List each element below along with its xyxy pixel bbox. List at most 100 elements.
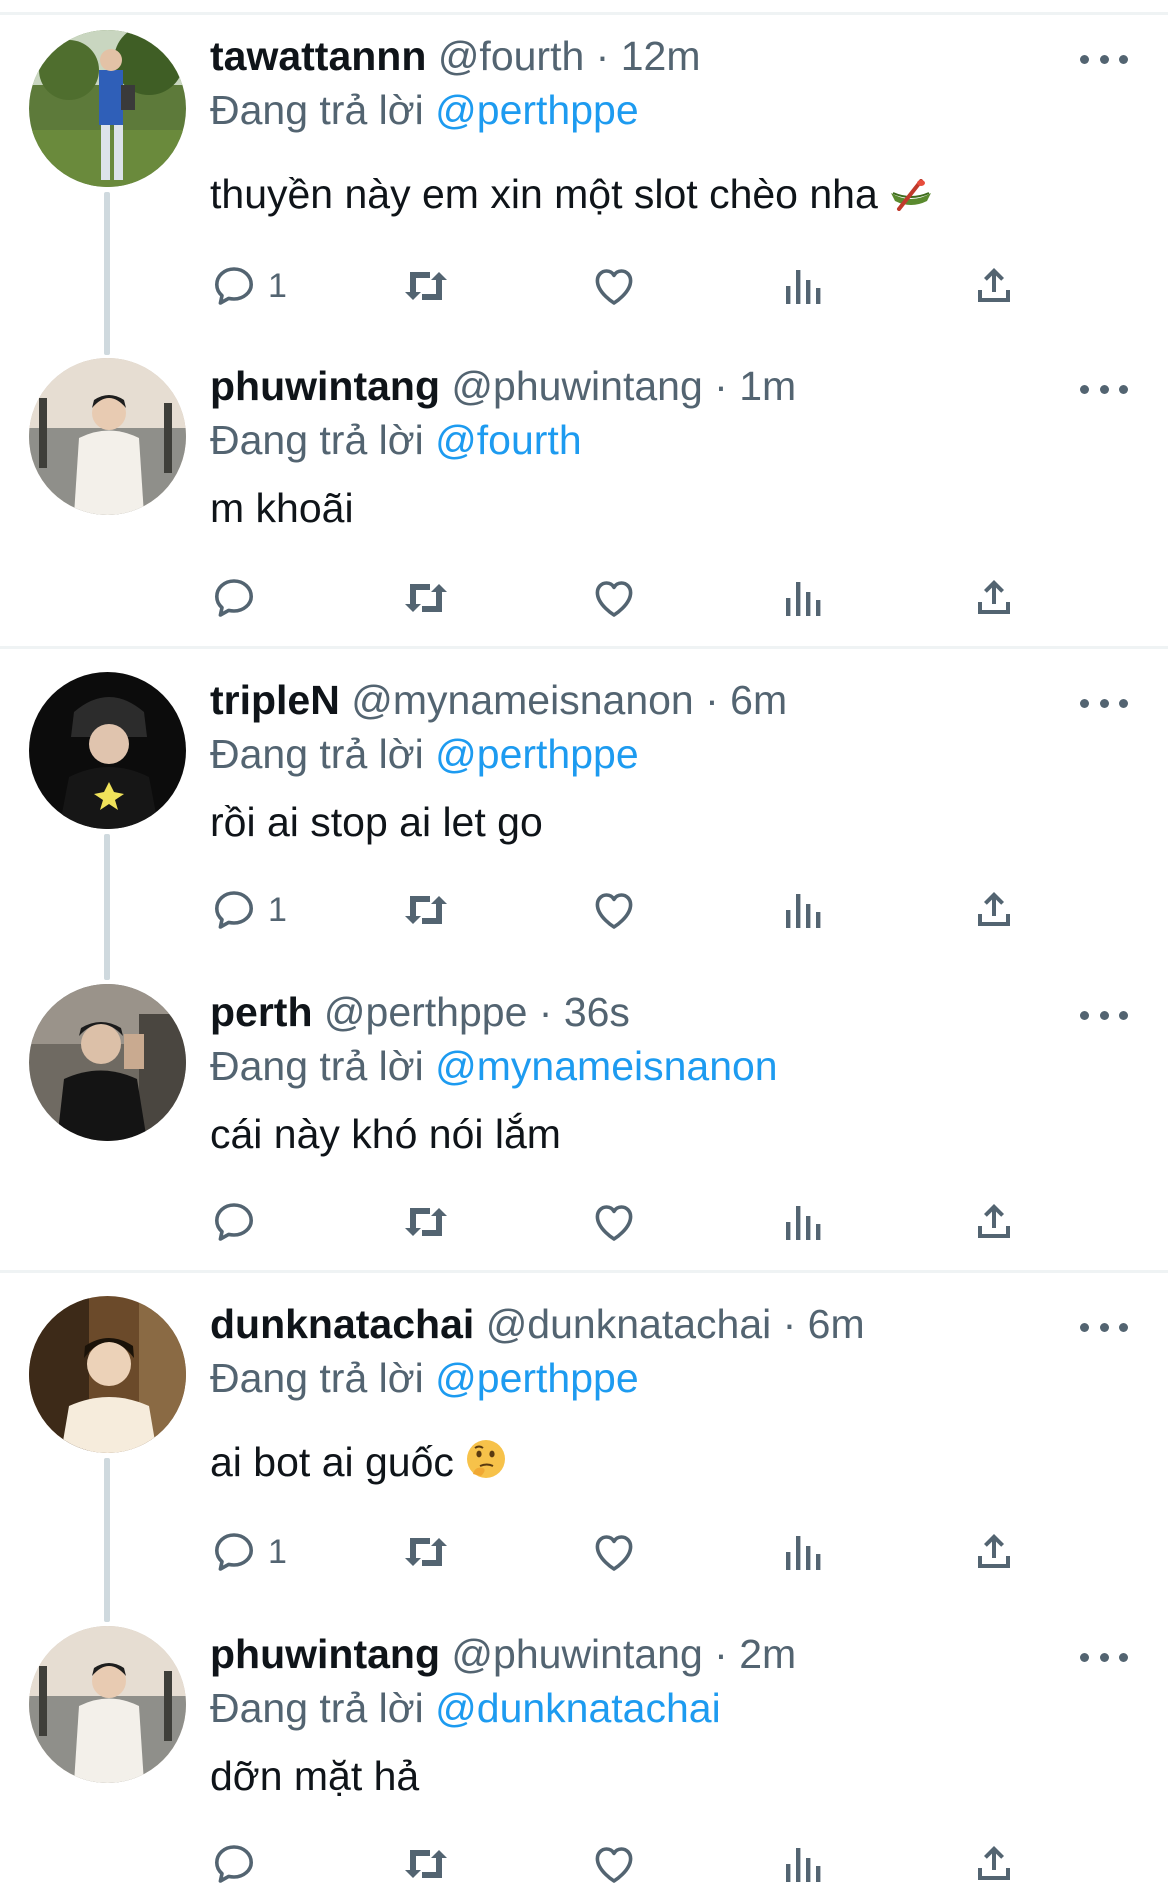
more-dots-icon[interactable] [1080,1642,1128,1672]
reply-count: 1 [268,266,287,305]
avatar[interactable] [29,984,186,1141]
retweet-icon [405,1850,447,1878]
more-dots-icon[interactable] [1080,44,1128,74]
handle-time[interactable]: @perthppe · 36s [324,989,630,1035]
reply-count: 1 [268,890,287,929]
reply-button[interactable]: 1 [210,256,287,316]
replying-to: Đang trả lời @mynameisnanon [210,1040,778,1092]
more-dots-icon[interactable] [1080,688,1128,718]
retweet-icon [405,1208,447,1236]
tweet-text-content: dỡn mặt hả [210,1753,420,1799]
views-button[interactable] [780,1522,828,1582]
share-button[interactable] [970,1522,1018,1582]
mention-link[interactable]: @perthppe [435,731,638,777]
heart-icon [595,1847,633,1883]
tweet-text: m khoãi [210,482,354,534]
more-dots-icon[interactable] [1080,1312,1128,1342]
top-divider [0,0,1168,15]
reply-prefix: Đang trả lời [210,417,424,463]
share-button[interactable] [970,1834,1018,1894]
reply-button[interactable] [210,568,268,628]
mention-link[interactable]: @fourth [435,417,581,463]
views-button[interactable] [780,1192,828,1252]
reply-bubble-icon [215,267,253,305]
mention-link[interactable]: @mynameisnanon [435,1043,777,1089]
share-button[interactable] [970,568,1018,628]
tweet-text: thuyền này em xin một slot chèo nha [210,168,933,223]
tweet-text-content: rồi ai stop ai let go [210,799,543,845]
heart-icon [595,1205,633,1241]
retweet-button[interactable] [400,1522,452,1582]
tweet-header: tripleN @mynameisnanon · 6m [210,674,787,726]
like-button[interactable] [590,256,638,316]
avatar[interactable] [29,30,186,187]
tweet-header: perth @perthppe · 36s [210,986,630,1038]
heart-icon [595,893,633,929]
display-name[interactable]: phuwintang [210,1631,440,1677]
share-upload-icon [978,1534,1010,1568]
like-button[interactable] [590,880,638,940]
views-button[interactable] [780,880,828,940]
mention-link[interactable]: @perthppe [435,1355,638,1401]
reply-bubble-icon [215,579,253,617]
retweet-button[interactable] [400,1834,452,1894]
views-bar-chart-icon [786,1536,821,1570]
retweet-button[interactable] [400,880,452,940]
replying-to: Đang trả lời @dunknatachai [210,1682,721,1734]
more-dots-icon[interactable] [1080,374,1128,404]
display-name[interactable]: tawattannn [210,33,426,79]
share-button[interactable] [970,1192,1018,1252]
views-bar-chart-icon [786,1848,821,1882]
retweet-button[interactable] [400,568,452,628]
like-button[interactable] [590,568,638,628]
tweet-text: ai bot ai guốc [210,1436,507,1492]
reply-prefix: Đang trả lời [210,87,424,133]
views-bar-chart-icon [786,582,821,616]
more-dots-icon[interactable] [1080,1000,1128,1030]
replying-to: Đang trả lời @perthppe [210,728,639,780]
views-button[interactable] [780,256,828,316]
retweet-icon [405,896,447,924]
mention-link[interactable]: @perthppe [435,87,638,133]
thread-line [104,834,110,980]
thinking-face-emoji-icon [465,1438,507,1492]
display-name[interactable]: perth [210,989,313,1035]
handle-time[interactable]: @phuwintang · 2m [451,1631,796,1677]
avatar[interactable] [29,1296,186,1453]
display-name[interactable]: tripleN [210,677,340,723]
mention-link[interactable]: @dunknatachai [435,1685,721,1731]
display-name[interactable]: phuwintang [210,363,440,409]
reply-button[interactable] [210,1834,268,1894]
views-button[interactable] [780,568,828,628]
display-name[interactable]: dunknatachai [210,1301,474,1347]
retweet-icon [405,1538,447,1566]
heart-icon [595,581,633,617]
handle-time[interactable]: @fourth · 12m [438,33,701,79]
like-button[interactable] [590,1834,638,1894]
reply-bubble-icon [215,1203,253,1241]
tweet-text-content: thuyền này em xin một slot chèo nha [210,171,878,217]
tweet-header: tawattannn @fourth · 12m [210,30,700,82]
reply-button[interactable] [210,1192,268,1252]
retweet-button[interactable] [400,256,452,316]
avatar[interactable] [29,672,186,829]
reply-button[interactable]: 1 [210,880,287,940]
handle-time[interactable]: @phuwintang · 1m [451,363,796,409]
avatar[interactable] [29,1626,186,1783]
handle-time[interactable]: @dunknatachai · 6m [486,1301,865,1347]
tweet-text: rồi ai stop ai let go [210,796,543,848]
views-button[interactable] [780,1834,828,1894]
views-bar-chart-icon [786,894,821,928]
reply-button[interactable]: 1 [210,1522,287,1582]
reply-prefix: Đang trả lời [210,1685,424,1731]
like-button[interactable] [590,1192,638,1252]
retweet-button[interactable] [400,1192,452,1252]
handle-time[interactable]: @mynameisnanon · 6m [351,677,787,723]
share-button[interactable] [970,256,1018,316]
share-button[interactable] [970,880,1018,940]
like-button[interactable] [590,1522,638,1582]
heart-icon [595,1535,633,1571]
avatar[interactable] [29,358,186,515]
action-bar: 1 [210,880,1040,940]
replying-to: Đang trả lời @perthppe [210,84,639,136]
